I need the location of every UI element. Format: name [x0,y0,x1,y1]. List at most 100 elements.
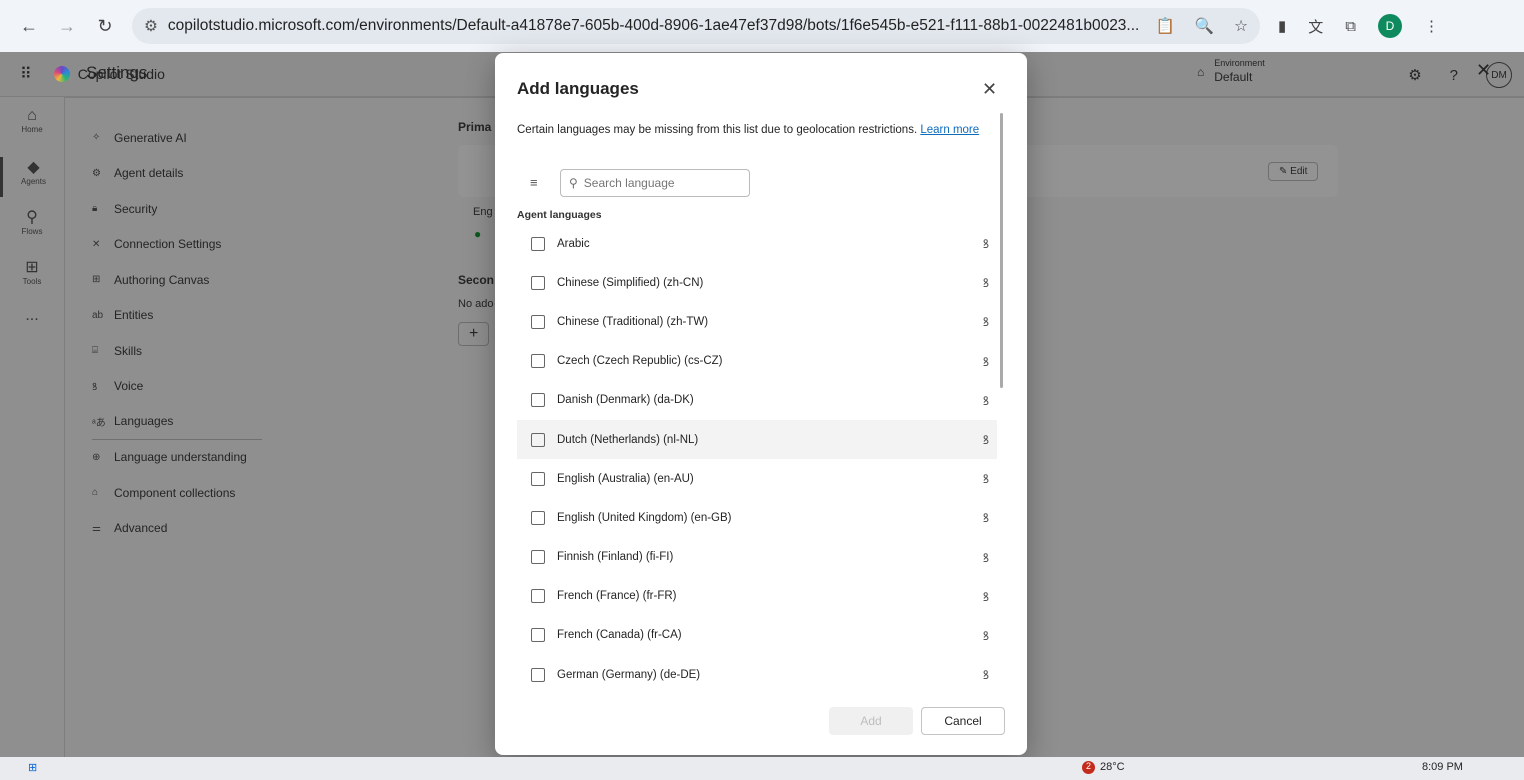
globe-icon: ⊕ [92,451,101,463]
language-option[interactable]: Arabic ꝸ [517,224,997,263]
search-input[interactable] [583,176,734,190]
sparkle-icon: ✧ [92,132,101,144]
nav-label: Authoring Canvas [114,272,210,287]
cancel-button[interactable]: Cancel [921,707,1005,735]
puzzle-icon[interactable]: ⧉ [1345,18,1356,35]
language-option[interactable]: English (United Kingdom) (en-GB) ꝸ [517,498,997,537]
checkbox[interactable] [531,393,545,408]
rail-agents[interactable]: ◆ Agents [0,157,64,197]
checkbox[interactable] [531,667,545,682]
checkbox[interactable] [531,589,545,604]
environment-value: Default [1214,70,1253,84]
environment-picker[interactable]: ⌂ Environment Default [1197,58,1265,86]
nav-skills[interactable]: ⌸ Skills [92,333,262,369]
weather-text[interactable]: 28°C [1100,761,1125,773]
settings-icon[interactable]: ⚙ [1408,66,1421,84]
language-option[interactable]: French (Canada) (fr-CA) ꝸ [517,616,997,655]
app-launcher-icon[interactable]: ⠿ [20,64,32,84]
star-icon[interactable]: ☆ [1234,17,1248,36]
language-option[interactable]: Finnish (Finland) (fi-FI) ꝸ [517,538,997,577]
language-label: Chinese (Simplified) (zh-CN) [557,276,704,289]
language-label: Czech (Czech Republic) (cs-CZ) [557,355,723,368]
windows-start-icon[interactable]: ⊞ [28,761,37,774]
rail-label: Flows [21,227,43,236]
address-bar[interactable]: ⚙ copilotstudio.microsoft.com/environmen… [132,8,1260,44]
checkbox[interactable] [531,354,545,369]
nav-voice[interactable]: ꝸ Voice [92,369,262,405]
reload-icon[interactable]: ↻ [86,16,124,37]
language-option[interactable]: German (Germany) (de-DE) ꝸ [517,655,997,694]
language-label: Arabic [557,237,590,250]
voice-icon: ꝸ [982,550,989,565]
nav-advanced[interactable]: ⚌ Advanced [92,511,262,547]
language-option[interactable]: Danish (Denmark) (da-DK) ꝸ [517,381,997,420]
learn-more-link[interactable]: Learn more [920,124,979,136]
nav-language-understanding[interactable]: ⊕ Language understanding [92,440,262,476]
clock[interactable]: 8:09 PM [1422,761,1463,773]
nav-connection-settings[interactable]: ✕ Connection Settings [92,227,262,263]
checkbox[interactable] [531,236,545,251]
nav-label: Connection Settings [114,237,222,252]
translate-icon[interactable]: 文 [1308,16,1323,37]
language-option[interactable]: Dutch (Netherlands) (nl-NL) ꝸ [517,419,997,460]
rail-flows[interactable]: ⚲ Flows [0,207,64,247]
nav-label: Entities [114,308,154,323]
scrollbar[interactable] [1000,113,1003,388]
taskbar: ⊞ 2 28°C 8:09 PM [0,757,1524,780]
menu-icon[interactable]: ⋮ [1424,17,1439,35]
forward-icon[interactable]: → [48,16,86,37]
nav-agent-details[interactable]: ⚙ Agent details [92,156,262,192]
voice-icon: ꝸ [982,237,989,252]
nav-entities[interactable]: ab Entities [92,298,262,334]
language-option[interactable]: English (Australia) (en-AU) ꝸ [517,459,997,498]
extension-icon[interactable]: ▮ [1278,17,1286,35]
rail-home[interactable]: ⌂ Home [0,107,64,147]
checkbox[interactable] [531,510,545,525]
skills-icon: ⌸ [92,345,98,357]
voice-icon: ꝸ [982,433,989,448]
back-icon[interactable]: ← [10,16,48,37]
voice-icon: ꝸ [982,393,989,408]
rail-tools[interactable]: ⊞ Tools [0,257,64,297]
checkbox[interactable] [531,550,545,565]
edit-label: Edit [1290,166,1308,177]
nav-authoring-canvas[interactable]: ⊞ Authoring Canvas [92,262,262,298]
weather-badge: 2 [1082,761,1095,774]
help-icon[interactable]: ? [1450,67,1458,84]
language-option[interactable]: Chinese (Traditional) (zh-TW) ꝸ [517,302,997,341]
language-label: English (Australia) (en-AU) [557,472,694,485]
checkbox[interactable] [531,432,545,447]
language-label: Danish (Denmark) (da-DK) [557,394,694,407]
checkbox[interactable] [531,314,545,329]
language-option[interactable]: Chinese (Simplified) (zh-CN) ꝸ [517,263,997,302]
close-icon[interactable]: ✕ [982,79,997,100]
environment-icon: ⌂ [1197,65,1205,79]
clipboard-icon[interactable]: 📋 [1155,17,1174,36]
edit-button[interactable]: ✎ Edit [1268,162,1319,181]
nav-component-collections[interactable]: ⌂ Component collections [92,475,262,511]
zoom-icon[interactable]: 🔍 [1195,17,1214,36]
site-settings-icon[interactable]: ⚙ [144,17,158,36]
nav-generative-ai[interactable]: ✧ Generative AI [92,120,262,156]
nav-label: Languages [114,414,174,429]
section-heading: Agent languages [517,209,602,221]
add-button[interactable]: Add [829,707,913,735]
profile-avatar[interactable]: D [1378,14,1402,38]
nav-security[interactable]: 🔒︎ Security [92,191,262,227]
search-box[interactable]: ⚲ [560,169,750,197]
copilot-logo-icon [53,66,70,82]
language-option[interactable]: French (France) (fr-FR) ꝸ [517,577,997,616]
checkbox[interactable] [531,628,545,643]
filter-icon[interactable]: ≡ [530,175,538,190]
close-settings-icon[interactable]: ✕ [1476,60,1491,81]
nav-languages[interactable]: ᵃあ Languages [92,404,262,440]
sliders-icon: ⚌ [92,522,101,534]
rail-more[interactable]: ... [0,307,64,347]
add-languages-dialog: Add languages ✕ Certain languages may be… [495,53,1027,755]
browser-toolbar: ← → ↻ ⚙ copilotstudio.microsoft.com/envi… [0,0,1524,52]
settings-nav: ✧ Generative AI ⚙ Agent details 🔒︎ Security… [92,120,262,546]
checkbox[interactable] [531,275,545,290]
language-option[interactable]: Czech (Czech Republic) (cs-CZ) ꝸ [517,342,997,381]
add-language-button[interactable]: + [458,322,490,346]
checkbox[interactable] [531,471,545,486]
